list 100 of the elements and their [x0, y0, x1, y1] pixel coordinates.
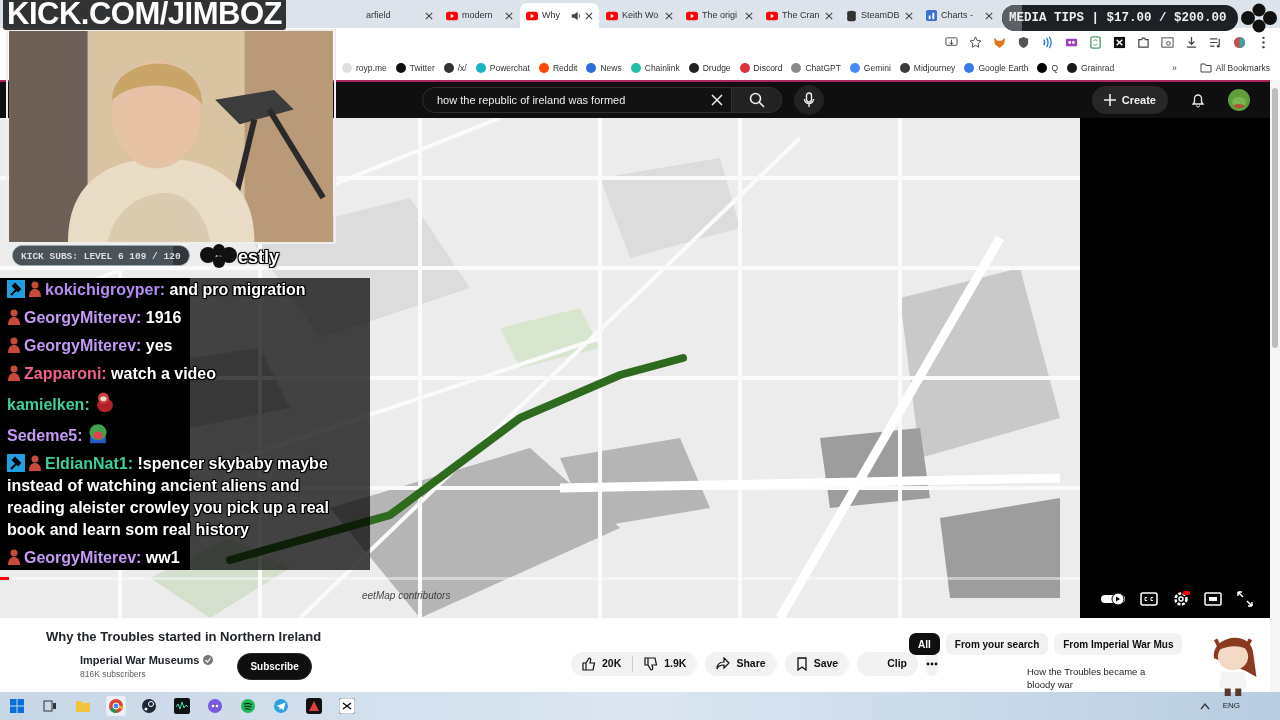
- bookmark-link[interactable]: ChatGPT: [791, 61, 841, 75]
- filter-chip[interactable]: All: [909, 633, 940, 655]
- extension-icon[interactable]: [1089, 35, 1102, 49]
- shield-icon[interactable]: [1017, 35, 1030, 49]
- share-button[interactable]: Share: [705, 652, 777, 676]
- close-icon[interactable]: [985, 11, 993, 20]
- plus-icon: [1103, 94, 1116, 106]
- alert-text: estly: [238, 246, 280, 270]
- cross-icon[interactable]: [1113, 35, 1126, 49]
- bookmark-link[interactable]: Midjourney: [899, 61, 956, 75]
- close-icon[interactable]: [825, 11, 833, 20]
- miniplayer-icon[interactable]: [1204, 590, 1222, 608]
- close-icon[interactable]: [665, 11, 673, 20]
- all-bookmarks-link[interactable]: All Bookmarks: [1199, 61, 1270, 75]
- caret-up-icon[interactable]: [1199, 702, 1210, 710]
- browser-tab[interactable]: The Cran: [760, 3, 839, 28]
- language-indicator[interactable]: ENG: [1222, 700, 1240, 712]
- avatar-icon[interactable]: [1233, 35, 1246, 49]
- search-box[interactable]: how the republic of ireland was formed: [422, 87, 732, 113]
- emote-icon: [87, 422, 110, 444]
- close-icon[interactable]: [425, 11, 433, 20]
- bookmark-link[interactable]: Discord: [739, 61, 783, 75]
- browser-tab[interactable]: Charts -: [920, 3, 999, 28]
- play-icon: [686, 10, 698, 21]
- bookmark-link[interactable]: Gemini: [849, 61, 891, 75]
- scrollbar[interactable]: [1272, 88, 1278, 348]
- more-bookmarks-button[interactable]: »: [1171, 61, 1177, 75]
- subscriber-count: 816K subscribers: [80, 668, 147, 681]
- task-view-icon[interactable]: [42, 698, 58, 714]
- close-icon[interactable]: [745, 11, 753, 20]
- bookmark-link[interactable]: Google Earth: [964, 61, 1029, 75]
- fullscreen-icon[interactable]: [1236, 590, 1254, 608]
- filter-chip[interactable]: From your search: [945, 633, 1049, 655]
- star-icon[interactable]: [969, 35, 982, 49]
- bookmark-link[interactable]: Chainlink: [630, 61, 680, 75]
- microphone-icon: [803, 92, 815, 108]
- bookmark-link[interactable]: Powerchat: [475, 61, 530, 75]
- avatar-icon[interactable]: [1228, 89, 1250, 111]
- browser-tab[interactable]: modern: [440, 3, 519, 28]
- fox-icon[interactable]: [993, 35, 1006, 49]
- dots-icon: [926, 662, 938, 666]
- browser-tab[interactable]: Keith Wo: [600, 3, 679, 28]
- browser-tab[interactable]: SteamDB: [840, 3, 919, 28]
- create-button[interactable]: Create: [1091, 86, 1168, 114]
- bell-icon[interactable]: [1190, 92, 1206, 108]
- app-icon[interactable]: [339, 698, 355, 714]
- clear-icon[interactable]: [711, 94, 723, 106]
- browser-icon[interactable]: [108, 698, 124, 714]
- bookmark-link[interactable]: Twitter: [395, 61, 435, 75]
- chat-app-icon[interactable]: [207, 698, 223, 714]
- voice-search-button[interactable]: [794, 85, 824, 115]
- bookmark-link[interactable]: Grainrad: [1067, 61, 1115, 75]
- related-video-title[interactable]: How the Troubles became a bloody war: [1027, 665, 1155, 691]
- logo-icon: [1240, 3, 1278, 33]
- chat-message: kokichigroyper: and pro migration: [7, 279, 347, 301]
- thumbs-up-icon: [582, 657, 596, 671]
- chat-message: GeorgyMiterev: 1916: [7, 307, 347, 329]
- triangle-icon[interactable]: [306, 698, 322, 714]
- signal-icon[interactable]: [1041, 35, 1054, 49]
- bookmark-link[interactable]: Reddit: [538, 61, 578, 75]
- music-icon[interactable]: [240, 698, 256, 714]
- tab-search-icon[interactable]: [1161, 35, 1174, 49]
- windows-icon[interactable]: [9, 698, 25, 714]
- paper-plane-icon[interactable]: [273, 698, 289, 714]
- search-field[interactable]: how the republic of ireland was formed: [435, 90, 711, 110]
- bookmark-link[interactable]: News: [586, 61, 622, 75]
- chat-message: GeorgyMiterev: yes: [7, 335, 347, 357]
- channel-link[interactable]: Imperial War Museums: [80, 651, 200, 668]
- play-icon: [766, 10, 778, 21]
- share-icon: [716, 657, 731, 671]
- install-icon[interactable]: [945, 35, 958, 49]
- database-icon: [846, 9, 857, 22]
- like-button[interactable]: 20K: [571, 652, 633, 676]
- browser-tab[interactable]: Why: [520, 3, 599, 28]
- steam-icon[interactable]: [141, 698, 157, 714]
- search-button[interactable]: [732, 87, 782, 113]
- subscribe-button[interactable]: Subscribe: [237, 652, 312, 680]
- browser-tab[interactable]: The origi: [680, 3, 759, 28]
- playlist-icon[interactable]: [1209, 35, 1222, 49]
- thumbs-down-icon: [644, 657, 659, 671]
- bookmark-link[interactable]: /x/: [443, 61, 467, 75]
- waveform-icon[interactable]: [174, 698, 190, 714]
- verified-icon: [203, 654, 214, 665]
- bookmark-link[interactable]: Drudge: [688, 61, 731, 75]
- bookmark-link[interactable]: Q: [1037, 61, 1059, 75]
- clip-button[interactable]: Clip: [857, 652, 918, 676]
- dislike-button[interactable]: 1.9K: [633, 652, 698, 676]
- captions-icon[interactable]: [1140, 590, 1158, 608]
- close-icon[interactable]: [505, 11, 513, 20]
- close-icon[interactable]: [585, 11, 593, 20]
- bookmark-link[interactable]: royp.me: [342, 61, 387, 75]
- download-icon[interactable]: [1185, 35, 1198, 49]
- browser-tab[interactable]: arfield: [360, 3, 439, 28]
- close-icon[interactable]: [905, 11, 913, 20]
- autoplay-toggle[interactable]: [1100, 592, 1126, 606]
- save-button[interactable]: Save: [784, 652, 850, 676]
- filter-chip[interactable]: From Imperial War Mus: [1054, 633, 1183, 655]
- speaker-icon[interactable]: [571, 10, 581, 21]
- puzzle-icon[interactable]: [1137, 35, 1150, 49]
- settings-icon[interactable]: [1172, 590, 1190, 608]
